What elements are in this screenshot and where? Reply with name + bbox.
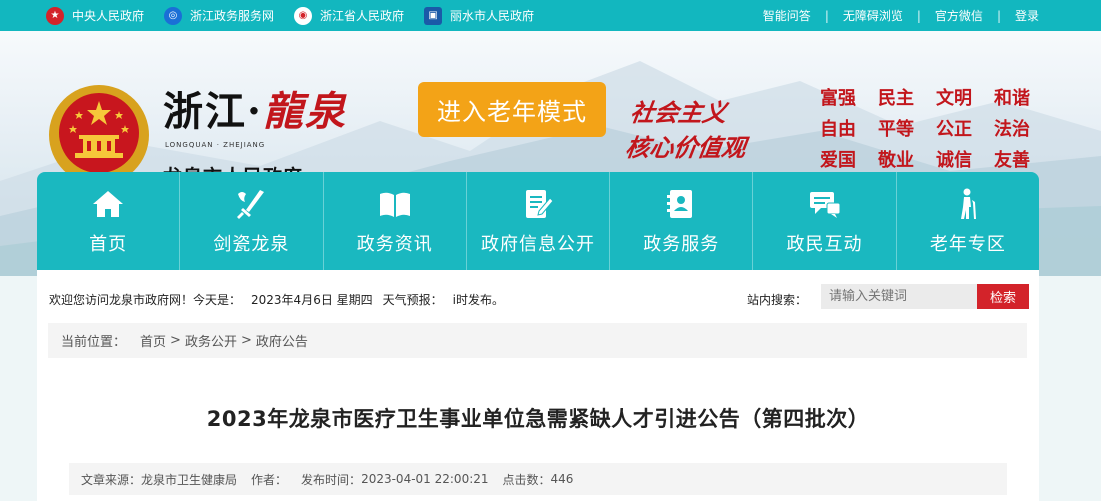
nav-item-services[interactable]: 政务服务: [610, 172, 754, 270]
home-icon: [93, 191, 124, 217]
breadcrumb-separator: >: [240, 333, 252, 348]
link-central-government[interactable]: ★ 中央人民政府: [46, 6, 144, 25]
core-value: 平等: [878, 119, 914, 140]
nav-item-elderly[interactable]: 老年专区: [897, 172, 1039, 270]
nav-item-interaction[interactable]: 政民互动: [753, 172, 897, 270]
national-emblem-icon: ★: [46, 6, 64, 25]
document-icon: [525, 190, 554, 218]
core-value: 爱国: [820, 150, 856, 171]
search-label: 站内搜索：: [747, 293, 808, 307]
sword-icon: [237, 190, 265, 219]
lishui-gov-icon: ▣: [424, 6, 443, 25]
elderly-icon: [960, 188, 976, 219]
breadcrumb-label: 当前位置：: [61, 335, 127, 350]
main-nav: 首页 剑瓷龙泉 政务资讯 政府信息公开 政务服务 政民互动 老年专区: [37, 172, 1039, 270]
breadcrumb: 当前位置： 首页 > 政务公开 > 政府公告: [48, 323, 1027, 358]
weather-text: i时发布。: [452, 293, 504, 307]
link-lishui-government[interactable]: ▣ 丽水市人民政府: [424, 6, 534, 25]
core-value: 法治: [994, 119, 1030, 140]
site-logo[interactable]: 浙江·龍泉: [163, 79, 347, 137]
breadcrumb-separator: >: [170, 333, 181, 348]
book-icon: [379, 192, 410, 217]
welcome-text: 欢迎您访问龙泉市政府网！今天是：: [49, 293, 242, 307]
clicks-label: 点击数：: [502, 472, 551, 487]
nav-item-info-disclosure[interactable]: 政府信息公开: [467, 172, 611, 270]
top-bar: ★ 中央人民政府 ◎ 浙江政务服务网 ◉ 浙江省人民政府 ▣ 丽水市人民政府 智…: [0, 0, 1101, 31]
elder-mode-button[interactable]: 进入老年模式: [418, 82, 606, 137]
link-zhejiang-service[interactable]: ◎ 浙江政务服务网: [164, 6, 274, 25]
core-value: 公正: [936, 119, 972, 140]
core-value: 诚信: [936, 150, 972, 171]
chat-icon: [809, 192, 841, 218]
core-values-grid: 富强 民主 文明 和谐 自由 平等 公正 法治 爱国 敬业 诚信 友善: [820, 87, 1052, 173]
zj-service-icon: ◎: [164, 6, 183, 25]
link-zhejiang-government[interactable]: ◉ 浙江省人民政府: [294, 6, 404, 25]
accessibility-link[interactable]: 无障碍浏览: [843, 7, 903, 24]
nav-item-home[interactable]: 首页: [37, 172, 181, 270]
core-value: 民主: [878, 88, 914, 109]
article-title: 2023年龙泉市医疗卫生事业单位急需紧缺人才引进公告（第四批次）: [206, 407, 870, 431]
wechat-link[interactable]: 官方微信: [935, 7, 983, 24]
core-value: 敬业: [878, 150, 914, 171]
nav-item-news[interactable]: 政务资讯: [324, 172, 467, 270]
breadcrumb-home[interactable]: 首页: [140, 331, 166, 350]
author-label: 作者：: [251, 472, 288, 487]
core-value: 友善: [994, 150, 1030, 171]
core-value: 自由: [820, 119, 856, 140]
contacts-icon: [667, 190, 693, 218]
article-meta: 文章来源： 龙泉市卫生健康局 作者： 发布时间： 2023-04-01 22:00:…: [69, 463, 1007, 495]
core-value: 和谐: [994, 88, 1030, 109]
logo-english: LONGQUAN · ZHEJIANG: [165, 141, 266, 149]
separator: |: [996, 8, 1001, 23]
separator: |: [916, 8, 921, 23]
top-links-right: 智能问答 | 无障碍浏览 | 官方微信 | 登录: [763, 0, 1039, 31]
logo-script: 龍泉: [262, 88, 347, 135]
login-link[interactable]: 登录: [1015, 7, 1039, 24]
current-date: 2023年4月6日 星期四: [251, 293, 373, 307]
nav-item-sword-porcelain[interactable]: 剑瓷龙泉: [180, 172, 324, 270]
weather-label: 天气预报：: [382, 293, 443, 307]
breadcrumb-announcements[interactable]: 政府公告: [256, 331, 308, 350]
search-button[interactable]: 检索: [977, 284, 1029, 309]
separator: |: [824, 8, 829, 23]
top-links-left: ★ 中央人民政府 ◎ 浙江政务服务网 ◉ 浙江省人民政府 ▣ 丽水市人民政府: [46, 0, 554, 31]
zj-gov-icon: ◉: [294, 6, 313, 25]
core-value: 文明: [936, 88, 972, 109]
core-value: 富强: [820, 88, 856, 109]
welcome-bar: 欢迎您访问龙泉市政府网！今天是： 2023年4月6日 星期四 天气预报： i时发布。: [49, 291, 514, 308]
publish-time: 2023-04-01 22:00:21: [361, 472, 489, 486]
breadcrumb-gov-affairs[interactable]: 政务公开: [185, 331, 237, 350]
search-input[interactable]: [821, 284, 977, 309]
click-count: 446: [550, 472, 574, 486]
article-source: 龙泉市卫生健康局: [141, 472, 238, 487]
smart-qa-link[interactable]: 智能问答: [763, 7, 811, 24]
core-values-calligraphy: 社会主义 核心价值观: [623, 98, 748, 162]
main-content: 欢迎您访问龙泉市政府网！今天是： 2023年4月6日 星期四 天气预报： i时发布。 …: [37, 270, 1039, 501]
time-label: 发布时间：: [301, 472, 362, 487]
source-label: 文章来源：: [81, 472, 142, 487]
